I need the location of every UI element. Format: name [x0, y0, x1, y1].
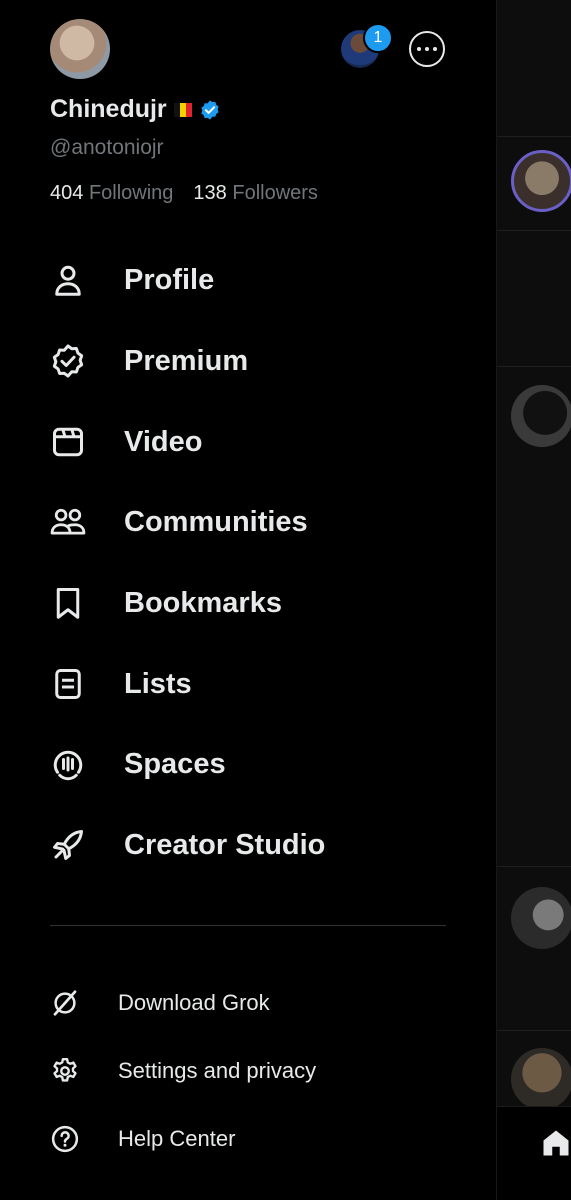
timeline-peek[interactable] [497, 0, 571, 1200]
timeline-divider [497, 866, 571, 867]
menu-item-help-center[interactable]: Help Center [0, 1109, 496, 1169]
followers-link[interactable]: 138 Followers [193, 182, 318, 205]
menu-item-spaces[interactable]: Spaces [0, 724, 496, 804]
menu-item-communities[interactable]: Communities [0, 482, 496, 562]
followers-label: Followers [232, 182, 318, 204]
menu-label: Settings and privacy [118, 1058, 317, 1083]
timeline-avatar[interactable] [511, 150, 571, 212]
communities-icon [50, 508, 86, 535]
person-icon [55, 265, 81, 296]
home-icon[interactable] [541, 1128, 571, 1158]
gear-icon [53, 1057, 77, 1082]
more-options-button[interactable] [409, 31, 445, 67]
ellipsis-dot [433, 47, 437, 51]
menu-item-profile[interactable]: Profile [0, 240, 496, 320]
menu-item-video[interactable]: Video [0, 402, 496, 482]
following-label: Following [88, 182, 174, 204]
menu-label: Communities [124, 505, 308, 538]
followers-count: 138 [193, 182, 227, 204]
timeline-divider [497, 1030, 571, 1031]
timeline-divider [497, 366, 571, 367]
menu-label: Spaces [124, 747, 226, 780]
help-icon [51, 1125, 79, 1153]
menu-item-download-grok[interactable]: Download Grok [0, 973, 496, 1033]
display-name-row[interactable]: Chinedujr [50, 95, 221, 124]
menu-item-creator-studio[interactable]: Creator Studio [0, 805, 496, 885]
bookmark-icon [56, 588, 80, 619]
menu-divider [50, 925, 446, 926]
menu-label: Help Center [118, 1126, 236, 1151]
menu-label: Profile [124, 263, 215, 296]
timeline-divider [497, 230, 571, 231]
menu-item-premium[interactable]: Premium [0, 321, 496, 401]
timeline-divider [497, 136, 571, 137]
following-count: 404 [50, 182, 84, 204]
side-drawer: 1 Chinedujr @anotoniojr 404 Following 13… [0, 0, 497, 1200]
menu-label: Download Grok [118, 990, 270, 1015]
menu-label: Video [124, 425, 203, 458]
timeline-avatar[interactable] [511, 385, 571, 447]
list-icon [55, 669, 81, 699]
follow-stats: 404 Following 138 Followers [50, 182, 318, 205]
ellipsis-icon [417, 47, 421, 51]
belgium-flag-icon [173, 102, 192, 117]
menu-label: Bookmarks [124, 586, 282, 619]
spaces-icon [53, 750, 83, 781]
timeline-avatar[interactable] [511, 887, 571, 949]
display-name: Chinedujr [50, 95, 167, 123]
menu-item-bookmarks[interactable]: Bookmarks [0, 563, 496, 643]
verified-badge-icon [201, 99, 219, 120]
grok-icon [53, 990, 77, 1016]
menu-item-settings[interactable]: Settings and privacy [0, 1041, 496, 1101]
notification-badge: 1 [363, 23, 393, 53]
following-link[interactable]: 404 Following [50, 182, 173, 205]
user-handle: @anotoniojr [50, 136, 164, 159]
menu-label: Premium [124, 344, 249, 377]
menu-item-lists[interactable]: Lists [0, 644, 496, 724]
timeline-avatar[interactable] [511, 1048, 571, 1110]
verified-badge-icon [52, 344, 84, 378]
avatar[interactable] [50, 19, 110, 79]
rocket-icon [53, 830, 83, 860]
menu-label: Lists [124, 667, 192, 700]
ellipsis-dot [425, 47, 429, 51]
menu-label: Creator Studio [124, 828, 326, 861]
video-icon [53, 427, 83, 457]
